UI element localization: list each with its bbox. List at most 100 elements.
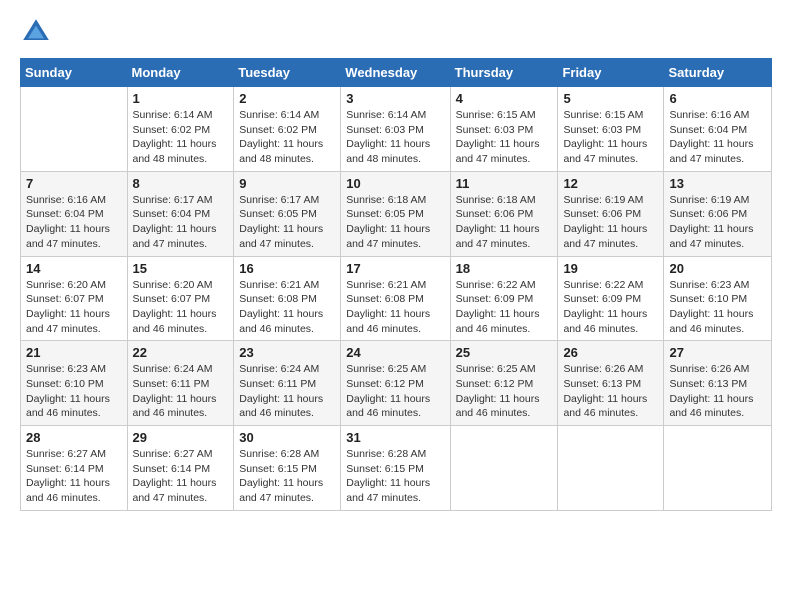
calendar-cell: 19 Sunrise: 6:22 AMSunset: 6:09 PMDayligh…: [558, 256, 664, 341]
day-number: 6: [669, 91, 766, 106]
week-row-3: 14 Sunrise: 6:20 AMSunset: 6:07 PMDayligh…: [21, 256, 772, 341]
calendar-cell: 4 Sunrise: 6:15 AMSunset: 6:03 PMDaylight…: [450, 87, 558, 172]
day-number: 29: [133, 430, 229, 445]
calendar-cell: 31Sunrise: 6:28 AMSunset: 6:15 PMDayligh…: [341, 426, 450, 511]
calendar-cell: 1Sunrise: 6:14 AMSunset: 6:02 PMDaylight…: [127, 87, 234, 172]
calendar-cell: 23 Sunrise: 6:24 AMSunset: 6:11 PMDayligh…: [234, 341, 341, 426]
day-number: 7: [26, 176, 122, 191]
header-day-saturday: Saturday: [664, 59, 772, 87]
header-day-sunday: Sunday: [21, 59, 128, 87]
calendar-header: SundayMondayTuesdayWednesdayThursdayFrid…: [21, 59, 772, 87]
day-info: Sunrise: 6:16 AMSunset: 6:04 PMDaylight:…: [26, 193, 122, 252]
day-info: Sunrise: 6:26 AMSunset: 6:13 PMDaylight:…: [669, 362, 766, 421]
day-number: 22: [133, 345, 229, 360]
calendar-cell: 27 Sunrise: 6:26 AMSunset: 6:13 PMDayligh…: [664, 341, 772, 426]
day-info: Sunrise: 6:18 AMSunset: 6:06 PMDaylight:…: [456, 193, 553, 252]
day-number: 21: [26, 345, 122, 360]
header: [20, 16, 772, 48]
day-number: 24: [346, 345, 444, 360]
calendar-table: SundayMondayTuesdayWednesdayThursdayFrid…: [20, 58, 772, 511]
day-info: Sunrise: 6:27 AMSunset: 6:14 PMDaylight:…: [26, 447, 122, 506]
calendar-cell: 13Sunrise: 6:19 AMSunset: 6:06 PMDayligh…: [664, 171, 772, 256]
calendar-cell: 7 Sunrise: 6:16 AMSunset: 6:04 PMDaylight…: [21, 171, 128, 256]
day-number: 17: [346, 261, 444, 276]
header-day-thursday: Thursday: [450, 59, 558, 87]
day-info: Sunrise: 6:26 AMSunset: 6:13 PMDaylight:…: [563, 362, 658, 421]
day-info: Sunrise: 6:15 AMSunset: 6:03 PMDaylight:…: [456, 108, 553, 167]
day-info: Sunrise: 6:21 AMSunset: 6:08 PMDaylight:…: [346, 278, 444, 337]
day-info: Sunrise: 6:23 AMSunset: 6:10 PMDaylight:…: [669, 278, 766, 337]
header-day-wednesday: Wednesday: [341, 59, 450, 87]
day-number: 31: [346, 430, 444, 445]
header-day-monday: Monday: [127, 59, 234, 87]
day-number: 1: [133, 91, 229, 106]
week-row-4: 21 Sunrise: 6:23 AMSunset: 6:10 PMDayligh…: [21, 341, 772, 426]
calendar-cell: 2 Sunrise: 6:14 AMSunset: 6:02 PMDaylight…: [234, 87, 341, 172]
week-row-2: 7 Sunrise: 6:16 AMSunset: 6:04 PMDaylight…: [21, 171, 772, 256]
day-number: 12: [563, 176, 658, 191]
calendar-cell: 25 Sunrise: 6:25 AMSunset: 6:12 PMDayligh…: [450, 341, 558, 426]
day-info: Sunrise: 6:21 AMSunset: 6:08 PMDaylight:…: [239, 278, 335, 337]
calendar-cell: 14 Sunrise: 6:20 AMSunset: 6:07 PMDayligh…: [21, 256, 128, 341]
day-info: Sunrise: 6:16 AMSunset: 6:04 PMDaylight:…: [669, 108, 766, 167]
day-info: Sunrise: 6:19 AMSunset: 6:06 PMDaylight:…: [669, 193, 766, 252]
calendar-cell: 20 Sunrise: 6:23 AMSunset: 6:10 PMDayligh…: [664, 256, 772, 341]
day-number: 2: [239, 91, 335, 106]
calendar-cell: 12Sunrise: 6:19 AMSunset: 6:06 PMDayligh…: [558, 171, 664, 256]
calendar-cell: 30 Sunrise: 6:28 AMSunset: 6:15 PMDayligh…: [234, 426, 341, 511]
day-info: Sunrise: 6:24 AMSunset: 6:11 PMDaylight:…: [133, 362, 229, 421]
day-number: 27: [669, 345, 766, 360]
day-info: Sunrise: 6:27 AMSunset: 6:14 PMDaylight:…: [133, 447, 229, 506]
day-number: 10: [346, 176, 444, 191]
day-number: 4: [456, 91, 553, 106]
day-number: 25: [456, 345, 553, 360]
day-number: 19: [563, 261, 658, 276]
calendar-cell: 18 Sunrise: 6:22 AMSunset: 6:09 PMDayligh…: [450, 256, 558, 341]
day-info: Sunrise: 6:24 AMSunset: 6:11 PMDaylight:…: [239, 362, 335, 421]
day-number: 14: [26, 261, 122, 276]
day-number: 15: [133, 261, 229, 276]
calendar-cell: 16Sunrise: 6:21 AMSunset: 6:08 PMDayligh…: [234, 256, 341, 341]
day-info: Sunrise: 6:20 AMSunset: 6:07 PMDaylight:…: [26, 278, 122, 337]
day-info: Sunrise: 6:18 AMSunset: 6:05 PMDaylight:…: [346, 193, 444, 252]
day-info: Sunrise: 6:22 AMSunset: 6:09 PMDaylight:…: [456, 278, 553, 337]
calendar-cell: [21, 87, 128, 172]
week-row-5: 28Sunrise: 6:27 AMSunset: 6:14 PMDayligh…: [21, 426, 772, 511]
calendar-cell: 26Sunrise: 6:26 AMSunset: 6:13 PMDayligh…: [558, 341, 664, 426]
day-number: 3: [346, 91, 444, 106]
calendar-cell: 3 Sunrise: 6:14 AMSunset: 6:03 PMDaylight…: [341, 87, 450, 172]
calendar-cell: 15 Sunrise: 6:20 AMSunset: 6:07 PMDayligh…: [127, 256, 234, 341]
day-info: Sunrise: 6:20 AMSunset: 6:07 PMDaylight:…: [133, 278, 229, 337]
day-number: 5: [563, 91, 658, 106]
day-info: Sunrise: 6:22 AMSunset: 6:09 PMDaylight:…: [563, 278, 658, 337]
day-info: Sunrise: 6:25 AMSunset: 6:12 PMDaylight:…: [456, 362, 553, 421]
calendar-cell: 9 Sunrise: 6:17 AMSunset: 6:05 PMDaylight…: [234, 171, 341, 256]
day-number: 9: [239, 176, 335, 191]
day-info: Sunrise: 6:17 AMSunset: 6:04 PMDaylight:…: [133, 193, 229, 252]
day-info: Sunrise: 6:17 AMSunset: 6:05 PMDaylight:…: [239, 193, 335, 252]
calendar-body: 1 Sunrise: 6:14 AMSunset: 6:02 PMDaylight…: [21, 87, 772, 511]
day-number: 18: [456, 261, 553, 276]
day-number: 20: [669, 261, 766, 276]
day-info: Sunrise: 6:15 AMSunset: 6:03 PMDaylight:…: [563, 108, 658, 167]
week-row-1: 1 Sunrise: 6:14 AMSunset: 6:02 PMDaylight…: [21, 87, 772, 172]
calendar-cell: 6 Sunrise: 6:16 AMSunset: 6:04 PMDaylight…: [664, 87, 772, 172]
day-number: 23: [239, 345, 335, 360]
day-info: Sunrise: 6:14 AMSunset: 6:02 PMDaylight:…: [239, 108, 335, 167]
header-row: SundayMondayTuesdayWednesdayThursdayFrid…: [21, 59, 772, 87]
day-number: 8: [133, 176, 229, 191]
page: SundayMondayTuesdayWednesdayThursdayFrid…: [0, 0, 792, 612]
day-info: Sunrise: 6:14 AMSunset: 6:03 PMDaylight:…: [346, 108, 444, 167]
calendar-cell: 22 Sunrise: 6:24 AMSunset: 6:11 PMDayligh…: [127, 341, 234, 426]
calendar-cell: 10 Sunrise: 6:18 AMSunset: 6:05 PMDayligh…: [341, 171, 450, 256]
header-day-friday: Friday: [558, 59, 664, 87]
calendar-cell: 29 Sunrise: 6:27 AMSunset: 6:14 PMDayligh…: [127, 426, 234, 511]
day-number: 30: [239, 430, 335, 445]
day-number: 11: [456, 176, 553, 191]
header-day-tuesday: Tuesday: [234, 59, 341, 87]
calendar-cell: [558, 426, 664, 511]
calendar-cell: 21 Sunrise: 6:23 AMSunset: 6:10 PMDayligh…: [21, 341, 128, 426]
day-info: Sunrise: 6:23 AMSunset: 6:10 PMDaylight:…: [26, 362, 122, 421]
day-info: Sunrise: 6:28 AMSunset: 6:15 PMDaylight:…: [239, 447, 335, 506]
calendar-cell: 5 Sunrise: 6:15 AMSunset: 6:03 PMDaylight…: [558, 87, 664, 172]
